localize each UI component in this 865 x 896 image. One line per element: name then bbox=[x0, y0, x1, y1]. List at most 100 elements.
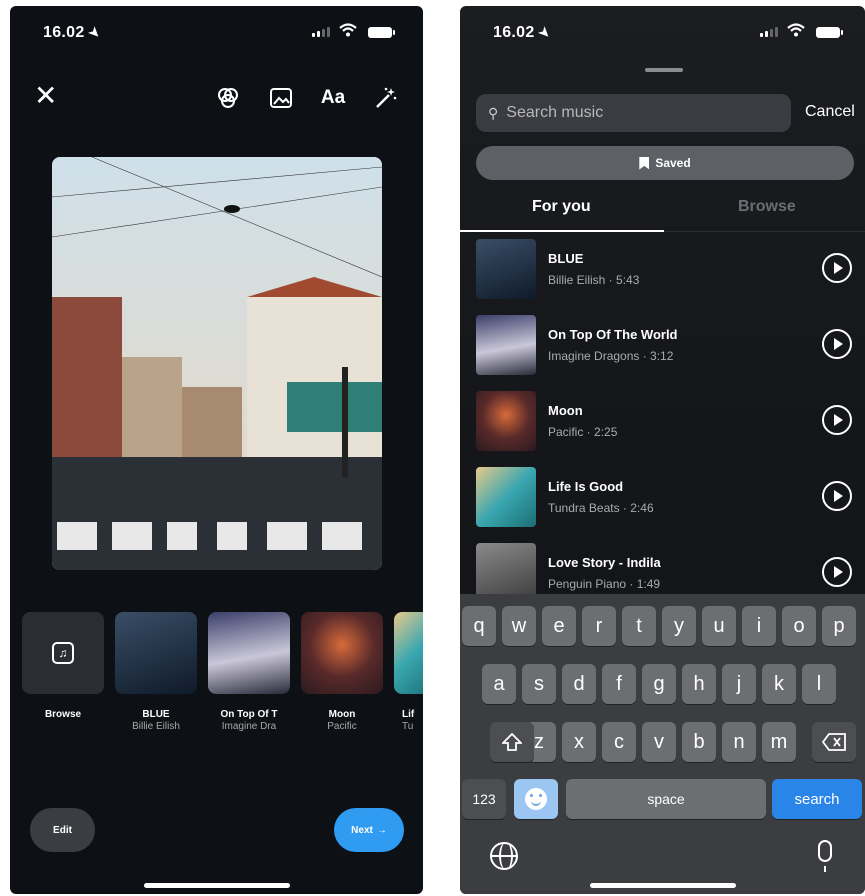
next-button[interactable]: Next → bbox=[334, 808, 404, 852]
tab-browse[interactable]: Browse bbox=[738, 198, 796, 216]
effects-icon[interactable] bbox=[372, 84, 400, 112]
song-row[interactable]: Life Is Good Tundra Beats · 2:46 bbox=[476, 467, 856, 529]
key-d[interactable]: d bbox=[562, 664, 596, 704]
key-e[interactable]: e bbox=[542, 606, 576, 646]
search-bar[interactable]: ⚲ bbox=[476, 94, 791, 132]
music-item[interactable]: On Top Of T Imagine Dra bbox=[208, 612, 290, 732]
song-meta: Pacific · 2:25 bbox=[548, 425, 618, 439]
image-icon[interactable] bbox=[267, 84, 295, 112]
song-title: Moon bbox=[548, 403, 583, 418]
saved-button[interactable]: Saved bbox=[476, 146, 854, 180]
music-item-artist: Pacific bbox=[327, 721, 357, 732]
story-editor-screen: 16.02➤ ✕ Aa ♫ Browse BLUE Billie Eilish … bbox=[10, 6, 423, 894]
album-art bbox=[476, 239, 536, 299]
music-browse-item[interactable]: ♫ Browse bbox=[22, 612, 104, 720]
album-art bbox=[476, 391, 536, 451]
song-title: On Top Of The World bbox=[548, 327, 678, 342]
key-x[interactable]: x bbox=[562, 722, 596, 762]
music-note-icon: ♫ bbox=[52, 642, 74, 664]
music-item-title: Moon bbox=[328, 709, 356, 720]
key-f[interactable]: f bbox=[602, 664, 636, 704]
play-icon[interactable] bbox=[822, 557, 852, 587]
key-m[interactable]: m bbox=[762, 722, 796, 762]
music-item-artist: Billie Eilish bbox=[132, 721, 180, 732]
key-o[interactable]: o bbox=[782, 606, 816, 646]
status-time: 16.02➤ bbox=[43, 23, 104, 42]
key-g[interactable]: g bbox=[642, 664, 676, 704]
key-v[interactable]: v bbox=[642, 722, 676, 762]
song-row[interactable]: BLUE Billie Eilish · 5:43 bbox=[476, 239, 856, 301]
music-item[interactable]: BLUE Billie Eilish bbox=[115, 612, 197, 732]
sheet-grabber[interactable] bbox=[645, 68, 683, 72]
key-r[interactable]: r bbox=[582, 606, 616, 646]
key-l[interactable]: l bbox=[802, 664, 836, 704]
space-key[interactable]: space bbox=[566, 779, 766, 819]
music-item-title: Lif bbox=[402, 709, 415, 720]
tab-for-you[interactable]: For you bbox=[532, 198, 591, 216]
delete-key[interactable] bbox=[812, 722, 856, 762]
music-item[interactable]: Moon Pacific bbox=[301, 612, 383, 732]
song-meta: Imagine Dragons · 3:12 bbox=[548, 349, 674, 363]
key-i[interactable]: i bbox=[742, 606, 776, 646]
cancel-button[interactable]: Cancel bbox=[805, 103, 855, 121]
stickers-icon[interactable] bbox=[214, 84, 242, 112]
key-h[interactable]: h bbox=[682, 664, 716, 704]
key-a[interactable]: a bbox=[482, 664, 516, 704]
play-icon[interactable] bbox=[822, 253, 852, 283]
song-title: BLUE bbox=[548, 251, 584, 266]
cellular-signal-icon bbox=[760, 27, 778, 37]
emoji-key[interactable] bbox=[514, 779, 558, 819]
key-j[interactable]: j bbox=[722, 664, 756, 704]
key-t[interactable]: t bbox=[622, 606, 656, 646]
album-art bbox=[301, 612, 383, 694]
music-item-title: Browse bbox=[44, 709, 82, 720]
status-time: 16.02➤ bbox=[493, 23, 554, 42]
album-art bbox=[476, 467, 536, 527]
browse-thumb: ♫ bbox=[22, 612, 104, 694]
key-w[interactable]: w bbox=[502, 606, 536, 646]
battery-icon bbox=[368, 27, 395, 38]
music-item-title: On Top Of T bbox=[220, 709, 278, 720]
globe-icon[interactable] bbox=[490, 842, 518, 870]
song-meta: Penguin Piano · 1:49 bbox=[548, 577, 661, 591]
cellular-signal-icon bbox=[312, 27, 330, 37]
location-arrow-icon: ➤ bbox=[85, 23, 104, 42]
key-u[interactable]: u bbox=[702, 606, 736, 646]
song-row[interactable]: On Top Of The World Imagine Dragons · 3:… bbox=[476, 315, 856, 377]
album-art bbox=[115, 612, 197, 694]
song-title: Life Is Good bbox=[548, 479, 624, 494]
edit-button[interactable]: Edit bbox=[30, 808, 95, 852]
key-s[interactable]: s bbox=[522, 664, 556, 704]
search-key[interactable]: search bbox=[772, 779, 862, 819]
arrow-right-icon: → bbox=[376, 824, 387, 836]
emoji-icon bbox=[525, 788, 547, 810]
album-art bbox=[208, 612, 290, 694]
text-icon[interactable]: Aa bbox=[319, 84, 347, 112]
music-search-screen: 16.02➤ ⚲ Cancel Saved For you Browse BLU… bbox=[460, 6, 865, 894]
next-label: Next bbox=[351, 824, 373, 836]
play-icon[interactable] bbox=[822, 481, 852, 511]
location-arrow-icon: ➤ bbox=[535, 23, 554, 42]
music-tabs: For you Browse bbox=[460, 192, 865, 232]
album-art bbox=[476, 315, 536, 375]
key-b[interactable]: b bbox=[682, 722, 716, 762]
numbers-key[interactable]: 123 bbox=[462, 779, 506, 819]
music-item-artist: Imagine Dra bbox=[221, 721, 277, 732]
music-item[interactable]: Lif Tu bbox=[394, 612, 423, 732]
key-c[interactable]: c bbox=[602, 722, 636, 762]
key-p[interactable]: p bbox=[822, 606, 856, 646]
key-y[interactable]: y bbox=[662, 606, 696, 646]
key-n[interactable]: n bbox=[722, 722, 756, 762]
shift-key[interactable] bbox=[490, 722, 534, 762]
key-q[interactable]: q bbox=[462, 606, 496, 646]
close-icon[interactable]: ✕ bbox=[34, 82, 57, 110]
song-row[interactable]: Moon Pacific · 2:25 bbox=[476, 391, 856, 453]
wifi-icon bbox=[339, 23, 357, 37]
search-input[interactable] bbox=[506, 104, 767, 122]
battery-icon bbox=[816, 27, 843, 38]
play-icon[interactable] bbox=[822, 405, 852, 435]
key-k[interactable]: k bbox=[762, 664, 796, 704]
play-icon[interactable] bbox=[822, 329, 852, 359]
microphone-icon[interactable] bbox=[818, 840, 832, 872]
home-indicator bbox=[590, 883, 736, 888]
